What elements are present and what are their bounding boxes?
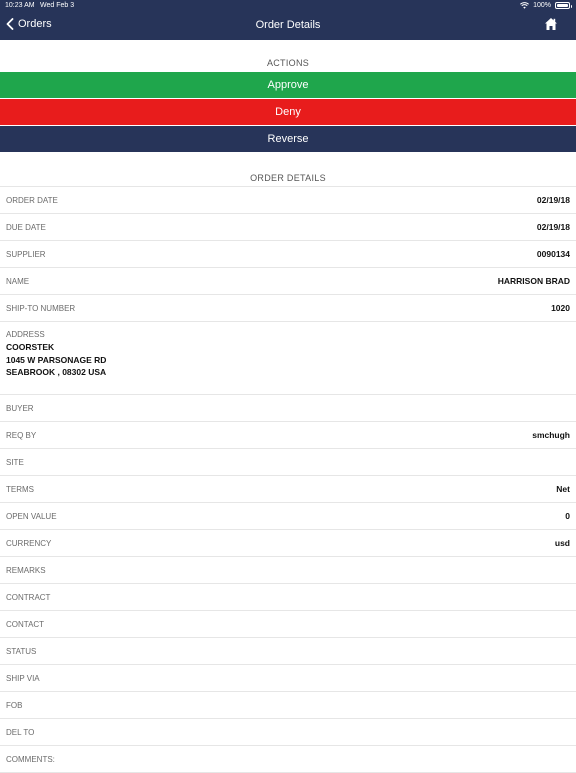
- order-details-header: ORDER DETAILS: [250, 173, 326, 183]
- detail-label: CONTRACT: [6, 592, 51, 602]
- detail-row: SHIP VIA: [0, 665, 576, 692]
- battery-percent: 100%: [533, 2, 551, 9]
- detail-label: TERMS: [6, 484, 34, 494]
- actions-header: ACTIONS: [266, 58, 310, 68]
- reverse-button[interactable]: Reverse: [0, 126, 576, 152]
- detail-label: SHIP VIA: [6, 673, 40, 683]
- status-date: Wed Feb 3: [40, 2, 75, 9]
- detail-row: COMMENTS:: [0, 746, 576, 773]
- detail-label: OPEN VALUE: [6, 511, 57, 521]
- order-details-list: ORDER DATE 02/19/18 DUE DATE 02/19/18 SUPPLI…: [0, 186, 576, 773]
- detail-value: 0090134: [536, 249, 570, 259]
- detail-label: REQ BY: [6, 430, 37, 440]
- detail-label: FOB: [6, 700, 23, 710]
- detail-label: ORDER DATE: [6, 195, 58, 205]
- detail-row: SUPPLIER 0090134: [0, 241, 576, 268]
- detail-value: usd: [554, 538, 570, 548]
- detail-row: ORDER DATE 02/19/18: [0, 187, 576, 214]
- detail-label: REMARKS: [6, 565, 46, 575]
- detail-row: BUYER: [0, 395, 576, 422]
- detail-value: HARRISON BRAD: [497, 276, 570, 286]
- detail-row: REMARKS: [0, 557, 576, 584]
- detail-label: BUYER: [6, 403, 34, 413]
- detail-label: DEL TO: [6, 727, 35, 737]
- status-time: 10:23 AM: [5, 2, 35, 9]
- detail-label: STATUS: [6, 646, 37, 656]
- detail-row: FOB: [0, 692, 576, 719]
- detail-value: 02/19/18: [536, 195, 570, 205]
- detail-row: TERMS Net: [0, 476, 576, 503]
- detail-label: NAME: [6, 276, 30, 286]
- address-row: ADDRESS COORSTEK 1045 W PARSONAGE RD SEA…: [0, 322, 576, 395]
- detail-row: CONTRACT: [0, 584, 576, 611]
- address-line: COORSTEK: [6, 342, 55, 352]
- address-line: 1045 W PARSONAGE RD: [6, 354, 107, 365]
- wifi-icon: [520, 2, 530, 9]
- detail-value: 1020: [551, 303, 570, 313]
- address-line: SEABROOK , 08302 USA: [6, 367, 107, 377]
- status-bar: 10:23 AM Wed Feb 3 100%: [0, 0, 576, 12]
- detail-value: 0: [565, 511, 570, 521]
- detail-row: SITE: [0, 449, 576, 476]
- detail-row: STATUS: [0, 638, 576, 665]
- detail-value: Net: [556, 484, 570, 494]
- navigation-bar: 10:23 AM Wed Feb 3 100% Orders Order Det…: [0, 0, 576, 40]
- detail-row: DEL TO: [0, 719, 576, 746]
- detail-row: CONTACT: [0, 611, 576, 638]
- detail-value: 02/19/18: [536, 222, 570, 232]
- detail-row: SHIP-TO NUMBER 1020: [0, 295, 576, 322]
- detail-row: NAME HARRISON BRAD: [0, 268, 576, 295]
- detail-row: REQ BY smchugh: [0, 422, 576, 449]
- detail-label: DUE DATE: [6, 222, 46, 232]
- detail-label: CONTACT: [6, 619, 45, 629]
- detail-value: smchugh: [532, 430, 570, 440]
- battery-icon: [555, 2, 572, 9]
- address-label: ADDRESS: [6, 330, 45, 339]
- detail-label: SUPPLIER: [6, 249, 46, 259]
- detail-row: DUE DATE 02/19/18: [0, 214, 576, 241]
- deny-button[interactable]: Deny: [0, 99, 576, 125]
- home-icon[interactable]: [544, 17, 558, 31]
- page-title: Order Details: [255, 19, 321, 31]
- detail-label: SITE: [6, 457, 24, 467]
- status-indicators: 100%: [520, 2, 572, 9]
- detail-label: COMMENTS:: [6, 754, 55, 764]
- detail-label: CURRENCY: [6, 538, 52, 548]
- approve-button[interactable]: Approve: [0, 72, 576, 98]
- detail-row: CURRENCY usd: [0, 530, 576, 557]
- detail-label: SHIP-TO NUMBER: [6, 303, 76, 313]
- detail-row: OPEN VALUE 0: [0, 503, 576, 530]
